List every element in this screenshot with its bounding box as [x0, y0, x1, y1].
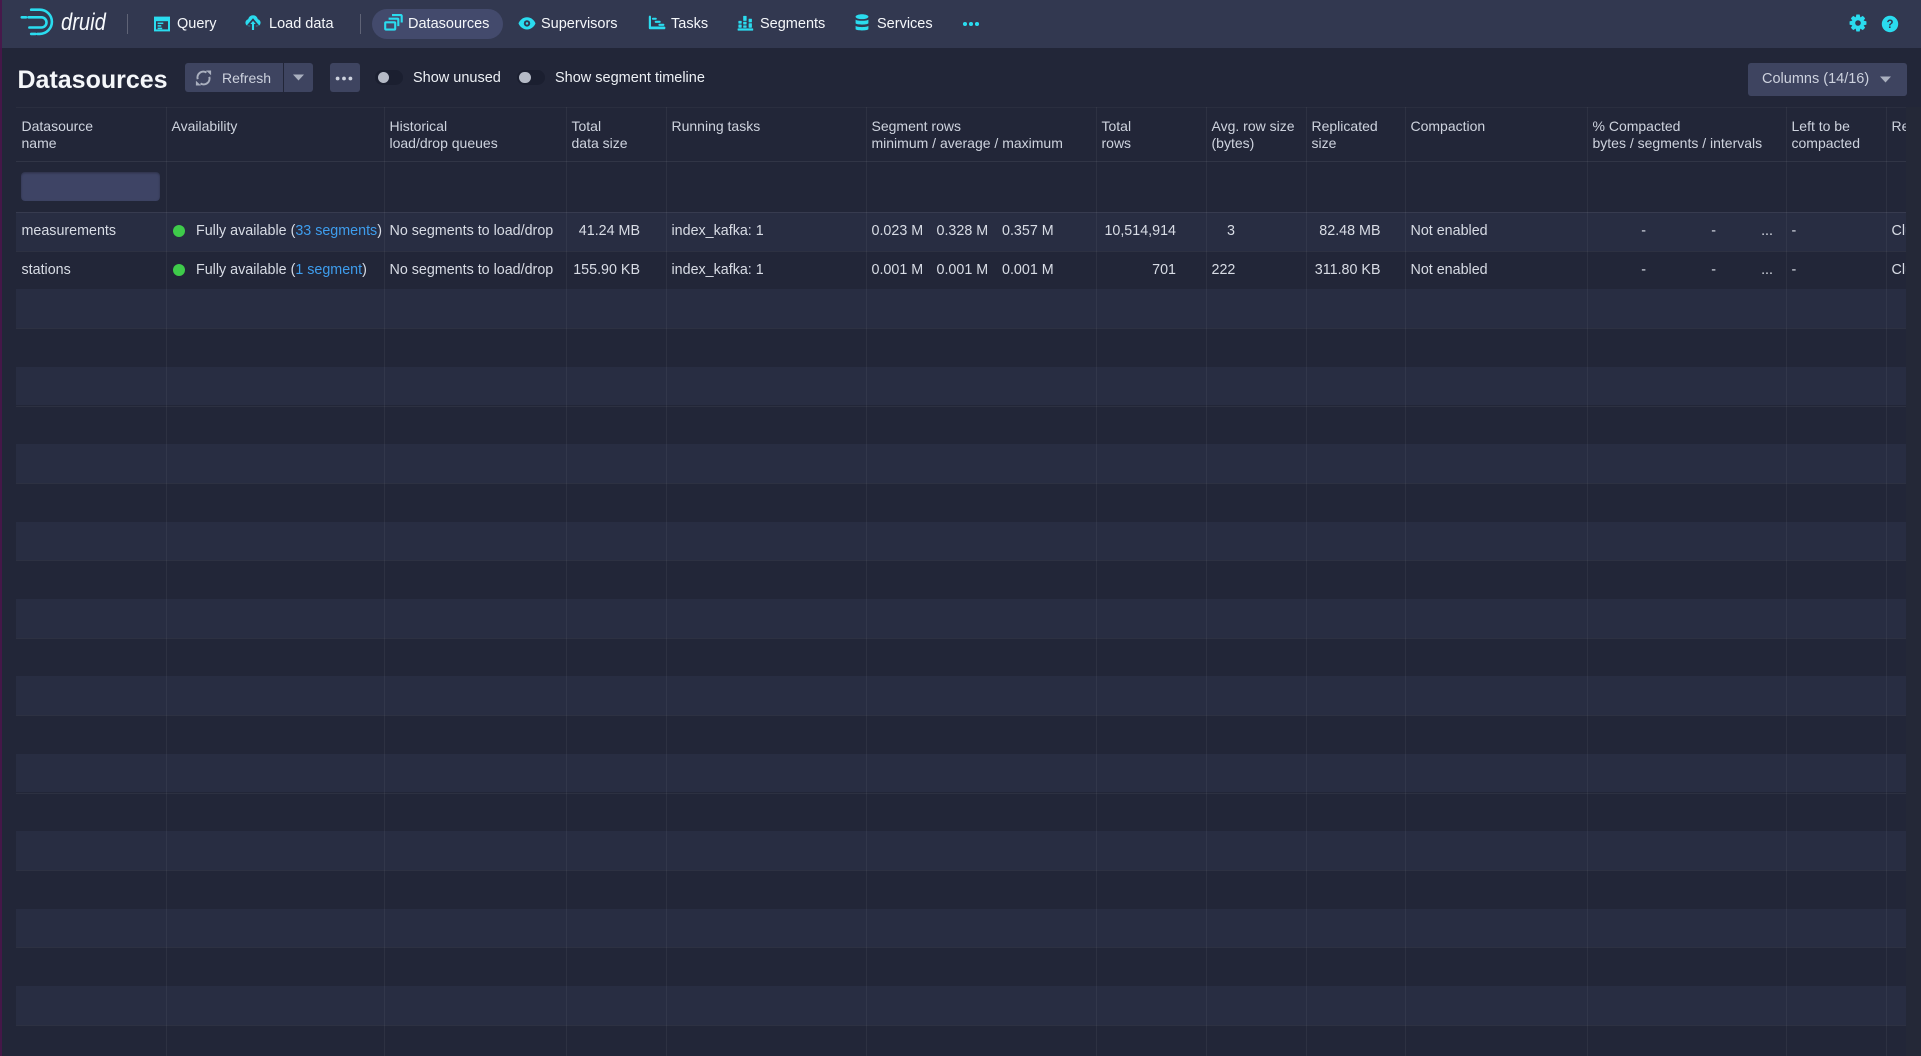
svg-text:?: ? [1886, 19, 1893, 31]
